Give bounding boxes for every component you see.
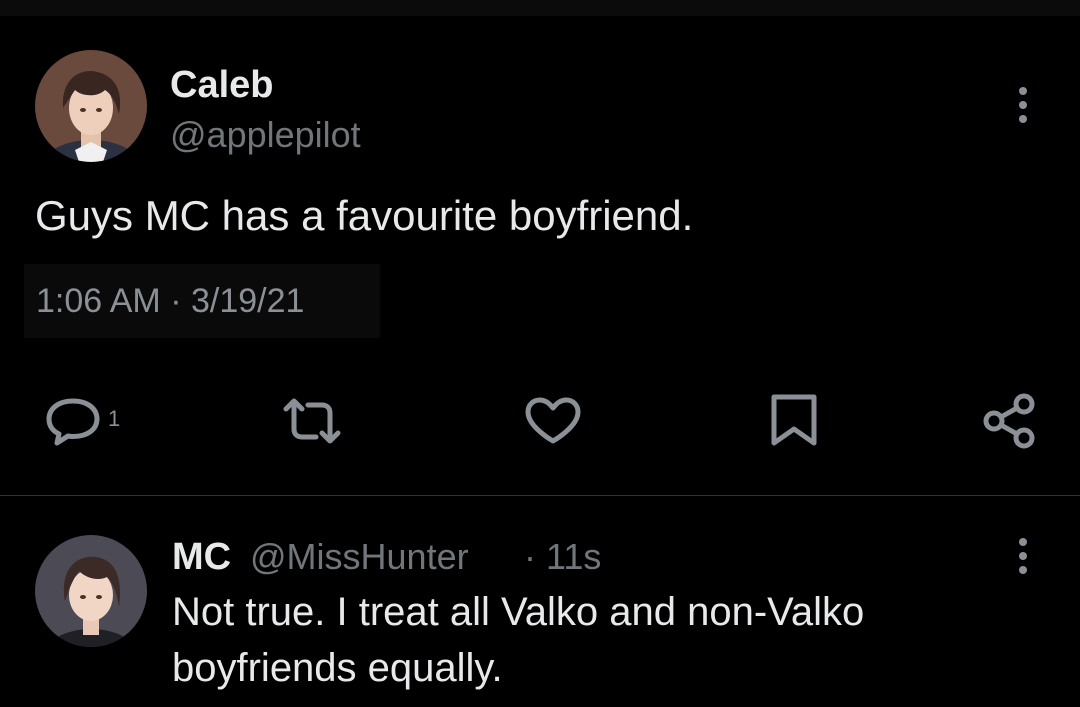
top-edge-bar — [0, 0, 1080, 16]
reply-bubble-icon — [46, 398, 100, 446]
more-vertical-icon — [1019, 538, 1027, 574]
reply-author-name[interactable]: MC — [172, 536, 231, 579]
reply-time[interactable]: · 11s — [524, 536, 601, 578]
avatar-mc[interactable] — [35, 535, 147, 647]
share-icon — [983, 393, 1035, 449]
reply-author-handle[interactable]: @MissHunter — [250, 536, 469, 578]
reply-button[interactable]: 1 — [44, 393, 120, 449]
tweet-more-menu[interactable] — [1003, 80, 1043, 130]
reply-text-line-2: boyfriends equally. — [172, 646, 503, 690]
avatar-caleb[interactable] — [35, 50, 147, 162]
like-button[interactable] — [522, 393, 584, 449]
retweet-icon — [283, 398, 341, 444]
tweet-text: Guys MC has a favourite boyfriend. — [35, 192, 694, 239]
reply-count: 1 — [108, 406, 121, 431]
reply-text-line-1: Not true. I treat all Valko and non-Valk… — [172, 590, 865, 634]
tweet-divider — [0, 495, 1080, 496]
bookmark-icon — [771, 394, 817, 446]
author-handle[interactable]: @applepilot — [170, 114, 361, 156]
tweet-timestamp[interactable]: 1:06 AM · 3/19/21 — [24, 264, 380, 338]
more-vertical-icon — [1019, 87, 1027, 123]
reply-more-menu[interactable] — [1003, 531, 1043, 581]
retweet-button[interactable] — [276, 393, 348, 449]
bookmark-button[interactable] — [766, 393, 822, 449]
heart-icon — [525, 397, 581, 444]
author-name[interactable]: Caleb — [170, 64, 273, 107]
share-button[interactable] — [980, 393, 1040, 449]
